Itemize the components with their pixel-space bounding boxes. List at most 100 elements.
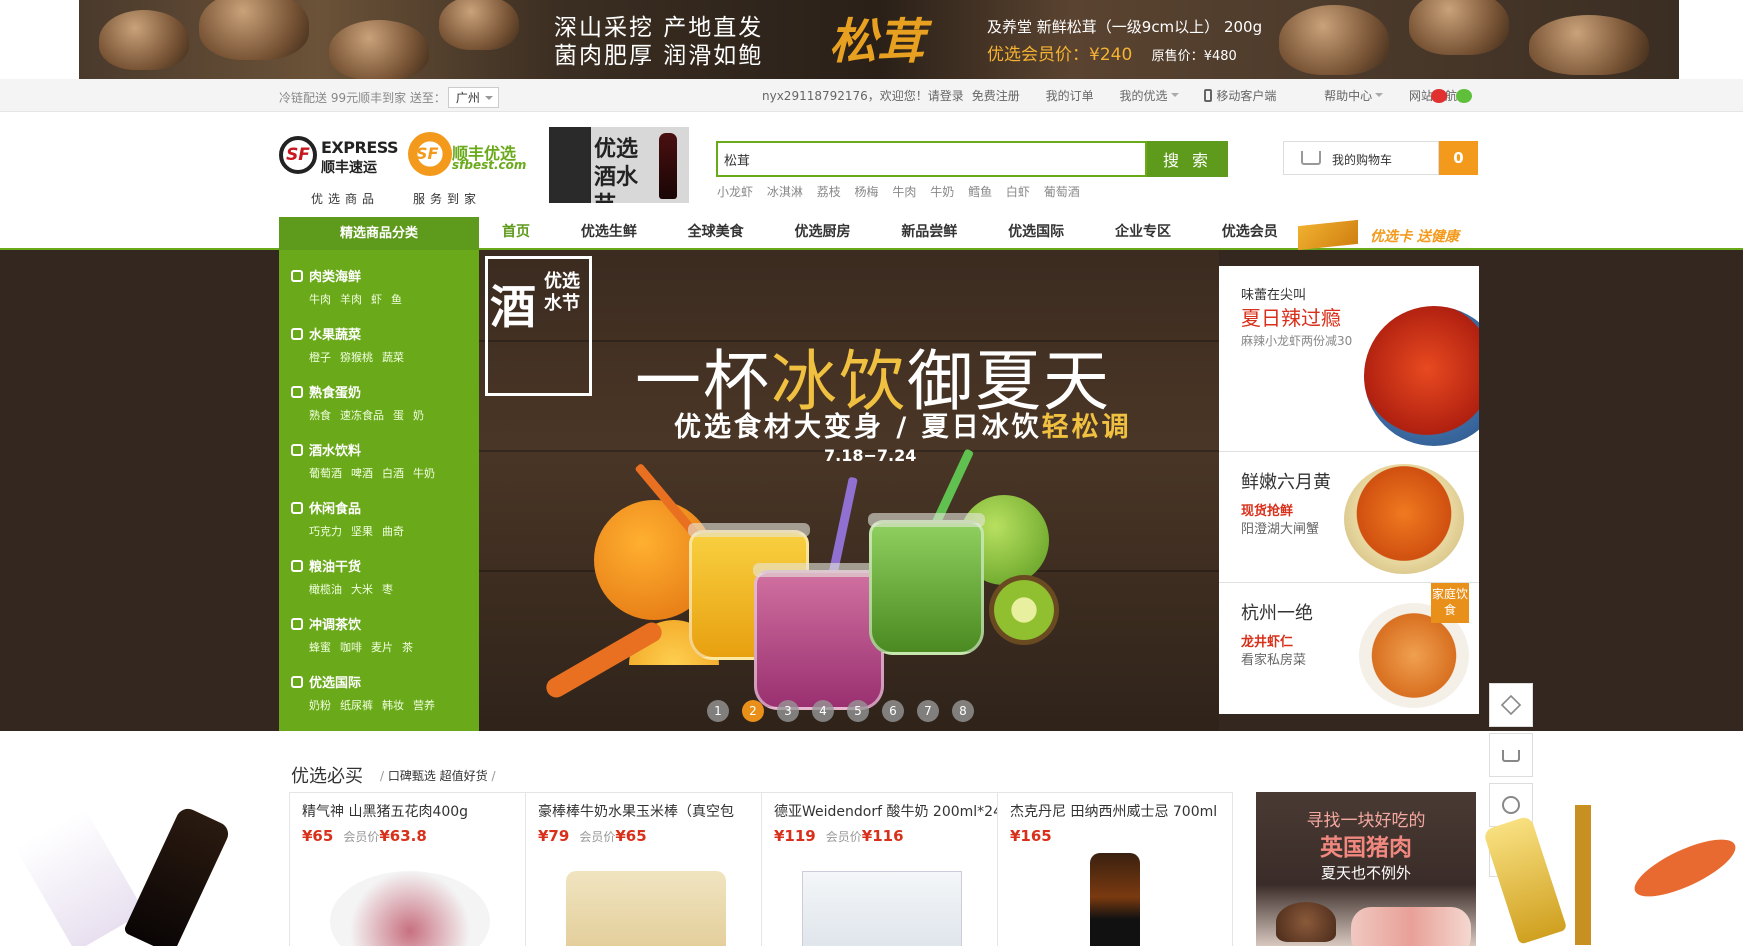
subcategory-link[interactable]: 橙子 [309, 351, 331, 364]
nav-item-fresh[interactable]: 优选生鲜 [581, 217, 637, 248]
hot-word-link[interactable]: 白虾 [1006, 185, 1030, 199]
subcategory-link[interactable]: 奶粉 [309, 699, 331, 712]
product-name[interactable]: 精气神 山黑猪五花肉400g [302, 801, 525, 821]
top-promo-banner[interactable]: 深山采挖 产地直发 菌肉肥厚 润滑如鲍 松茸 及养堂 新鲜松茸（一级9cm以上）… [79, 0, 1679, 79]
hot-word-link[interactable]: 冰淇淋 [767, 185, 803, 199]
subcategory-link[interactable]: 葡萄酒 [309, 467, 342, 480]
subcategory-link[interactable]: 速冻食品 [340, 409, 384, 422]
toolbar-cart-button[interactable] [1489, 733, 1533, 777]
hero-carousel[interactable]: 酒 优选水节 一杯冰饮御夏天 优选食材大变身 / 夏日冰饮轻松调 7.18−7.… [479, 250, 1219, 731]
wechat-icon[interactable] [1456, 89, 1472, 103]
weibo-icon[interactable] [1431, 89, 1447, 103]
hot-word-link[interactable]: 杨梅 [855, 185, 879, 199]
nav-item-international[interactable]: 优选国际 [1008, 217, 1064, 248]
subcategory-link[interactable]: 营养 [413, 699, 435, 712]
product-card[interactable]: 精气神 山黑猪五花肉400g ¥65 会员价¥63.8 [290, 793, 526, 946]
subcategory-link[interactable]: 啤酒 [351, 467, 373, 480]
register-link[interactable]: 免费注册 [972, 89, 1020, 103]
carousel-dot[interactable]: 3 [777, 700, 799, 722]
carousel-dot[interactable]: 4 [812, 700, 834, 722]
promo-crab[interactable]: 鲜嫩六月黄 现货抢鲜 阳澄湖大闸蟹 [1219, 452, 1479, 583]
subcategory-link[interactable]: 牛肉 [309, 293, 331, 306]
promo-crayfish[interactable]: 味蕾在尖叫 夏日辣过瘾 麻辣小龙虾两份减30 [1219, 266, 1479, 452]
toolbar-vip-button[interactable] [1489, 683, 1533, 727]
subcategory-link[interactable]: 熟食 [309, 409, 331, 422]
subcategory-link[interactable]: 蛋 [393, 409, 404, 422]
subcategory-link[interactable]: 曲奇 [382, 525, 404, 538]
subcategory-link[interactable]: 蜂蜜 [309, 641, 331, 654]
subcategory-link[interactable]: 巧克力 [309, 525, 342, 538]
subcategory-link[interactable]: 坚果 [351, 525, 373, 538]
city-selector[interactable]: 广州 [447, 87, 499, 108]
nav-item-global-food[interactable]: 全球美食 [688, 217, 744, 248]
subcategory-link[interactable]: 茶 [402, 641, 413, 654]
cart-count-badge[interactable]: 0 [1439, 141, 1478, 175]
product-image[interactable] [566, 871, 726, 946]
subcategory-link[interactable]: 枣 [382, 583, 393, 596]
gift-card-ad[interactable]: 优选卡 送健康 [1298, 219, 1468, 251]
login-link[interactable]: nyx29118792176，欢迎您！请登录 [762, 89, 964, 103]
subcategory-link[interactable]: 鱼 [391, 293, 402, 306]
subcategory-link[interactable]: 猕猴桃 [340, 351, 373, 364]
hot-word-link[interactable]: 鳕鱼 [968, 185, 992, 199]
subcategory-link[interactable]: 羊肉 [340, 293, 362, 306]
hot-word-link[interactable]: 葡萄酒 [1044, 185, 1080, 199]
category-snacks[interactable]: 休闲食品 巧克力 坚果 曲奇 [279, 498, 479, 556]
product-name[interactable]: 杰克丹尼 田纳西州威士忌 700ml [1010, 801, 1234, 821]
category-drinks[interactable]: 酒水饮料 葡萄酒 啤酒 白酒 牛奶 [279, 440, 479, 498]
nav-item-member[interactable]: 优选会员 [1222, 217, 1278, 248]
subcategory-link[interactable]: 麦片 [371, 641, 393, 654]
promo-shrimp[interactable]: 杭州一绝 龙井虾仁 看家私房菜 家庭饮食 [1219, 583, 1479, 714]
nav-item-new[interactable]: 新品尝鲜 [901, 217, 957, 248]
subcategory-link[interactable]: 牛奶 [413, 467, 435, 480]
my-orders-link[interactable]: 我的订单 [1046, 89, 1094, 103]
subcategory-link[interactable]: 橄榄油 [309, 583, 342, 596]
search-input[interactable] [718, 143, 1145, 175]
hot-word-link[interactable]: 荔枝 [817, 185, 841, 199]
wine-festival-ad[interactable]: 优选酒水节 [549, 127, 689, 203]
search-button[interactable]: 搜 索 [1147, 141, 1228, 177]
uk-pork-ad[interactable]: 寻找一块好吃的 英国猪肉 夏天也不例外 [1256, 792, 1476, 946]
category-grain-oil[interactable]: 粮油干货 橄榄油 大米枣 [279, 556, 479, 614]
sf-express-logo[interactable]: SF EXPRESS 顺丰速运 [279, 136, 399, 176]
product-card[interactable]: 杰克丹尼 田纳西州威士忌 700ml ¥165 [998, 793, 1234, 946]
carousel-dot[interactable]: 8 [952, 700, 974, 722]
category-fruit-veg[interactable]: 水果蔬菜 橙子 猕猴桃 蔬菜 [279, 324, 479, 382]
subcategory-link[interactable]: 纸尿裤 [340, 699, 373, 712]
sfbest-logo[interactable]: SF 顺丰优选 sfbest.com [408, 128, 526, 180]
cart-button[interactable]: 我的购物车 [1283, 141, 1439, 175]
category-tea-drinks[interactable]: 冲调茶饮 蜂蜜 咖啡 麦片茶 [279, 614, 479, 672]
subcategory-link[interactable]: 蔬菜 [382, 351, 404, 364]
subcategory-link[interactable]: 咖啡 [340, 641, 362, 654]
carousel-dot-active[interactable]: 2 [742, 700, 764, 722]
subcategory-link[interactable]: 白酒 [382, 467, 404, 480]
product-name[interactable]: 德亚Weidendorf 酸牛奶 200ml*24 [774, 801, 997, 821]
category-international[interactable]: 优选国际 奶粉 纸尿裤 韩妆 营养 [279, 672, 479, 730]
product-image[interactable] [330, 871, 490, 946]
carousel-dot[interactable]: 7 [917, 700, 939, 722]
subcategory-link[interactable]: 虾 [371, 293, 382, 306]
subcategory-link[interactable]: 奶 [413, 409, 424, 422]
product-card[interactable]: 豪棒棒牛奶水果玉米棒（真空包 ¥79 会员价¥65 [526, 793, 762, 946]
subcategory-link[interactable]: 大米 [351, 583, 373, 596]
product-name[interactable]: 豪棒棒牛奶水果玉米棒（真空包 [538, 801, 761, 821]
help-center-menu[interactable]: 帮助中心 [1324, 89, 1383, 103]
carousel-dot[interactable]: 6 [882, 700, 904, 722]
category-header[interactable]: 精选商品分类 [279, 217, 479, 250]
nav-item-kitchen[interactable]: 优选厨房 [794, 217, 850, 248]
category-deli-dairy[interactable]: 熟食蛋奶 熟食 速冻食品蛋奶 [279, 382, 479, 440]
nav-item-home[interactable]: 首页 [502, 217, 530, 248]
carousel-dot[interactable]: 1 [707, 700, 729, 722]
mobile-client-link[interactable]: 移动客户端 [1204, 89, 1298, 103]
subcategory-link[interactable]: 韩妆 [382, 699, 404, 712]
hot-word-link[interactable]: 牛肉 [892, 185, 916, 199]
carousel-dot[interactable]: 5 [847, 700, 869, 722]
category-meat-seafood[interactable]: 肉类海鲜 牛肉 羊肉虾鱼 [279, 266, 479, 324]
hot-word-link[interactable]: 牛奶 [930, 185, 954, 199]
hot-word-link[interactable]: 小龙虾 [717, 185, 753, 199]
product-image[interactable] [1090, 853, 1140, 946]
product-card[interactable]: 德亚Weidendorf 酸牛奶 200ml*24 ¥119 会员价¥116 [762, 793, 998, 946]
product-image[interactable] [802, 871, 962, 946]
my-youxuan-menu[interactable]: 我的优选 [1119, 89, 1178, 103]
nav-item-enterprise[interactable]: 企业专区 [1115, 217, 1171, 248]
